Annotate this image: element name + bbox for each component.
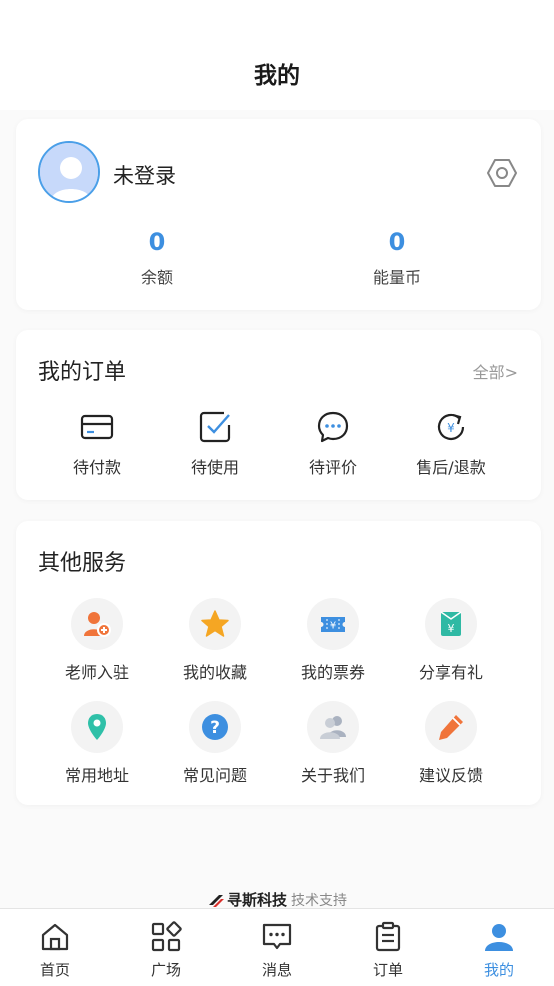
question-icon: ? [202, 714, 228, 740]
order-item-label: 售后/退款 [416, 458, 486, 477]
comment-icon [317, 411, 349, 443]
svg-text:¥: ¥ [447, 421, 455, 435]
brand-logo-icon [208, 895, 224, 907]
service-favorites[interactable]: 我的收藏 [156, 598, 274, 683]
gift-icon: ¥ [440, 611, 462, 636]
feedback-icon [439, 715, 463, 740]
credit-text: 技术支持 [291, 893, 347, 909]
user-icon [485, 924, 513, 951]
avatar[interactable] [38, 141, 100, 203]
service-label: 我的票券 [300, 663, 365, 682]
home-icon [41, 923, 69, 951]
balance-value: 0 [148, 228, 166, 256]
coins-stat[interactable]: 0 能量币 [337, 228, 457, 288]
order-item-label: 待评价 [308, 458, 357, 477]
about-icon [320, 716, 346, 739]
services-title: 其他服务 [38, 551, 127, 576]
location-icon [88, 714, 106, 740]
card-icon [80, 414, 114, 440]
balance-label: 余额 [140, 268, 173, 287]
coins-label: 能量币 [372, 268, 421, 287]
order-item-label: 待付款 [72, 458, 121, 477]
service-label: 分享有礼 [418, 663, 483, 682]
clipboard-icon [375, 921, 401, 952]
page-title: 我的 [254, 63, 300, 89]
tab-label: 广场 [150, 961, 181, 979]
svg-text:¥: ¥ [448, 622, 455, 635]
star-icon [201, 610, 229, 637]
order-item-label: 待使用 [190, 458, 239, 477]
service-label: 我的收藏 [182, 663, 247, 682]
service-feedback[interactable]: 建议反馈 [392, 701, 510, 786]
tab-plaza[interactable]: 广场 [131, 921, 201, 980]
svg-text:?: ? [210, 718, 220, 738]
orders-title: 我的订单 [38, 360, 127, 385]
tab-orders[interactable]: 订单 [353, 921, 423, 980]
balance-stat[interactable]: 0 余额 [97, 228, 217, 288]
tab-label: 我的 [483, 961, 514, 979]
coins-value: 0 [388, 228, 406, 256]
order-to-review[interactable]: 待评价 [274, 410, 392, 478]
checkbox-icon [199, 411, 231, 443]
tab-messages[interactable]: 消息 [242, 921, 312, 980]
credit-brand: 寻斯科技 [226, 891, 287, 909]
page-header: 我的 [0, 0, 554, 110]
profile-card: 未登录 0 余额 0 能量币 [16, 119, 541, 310]
settings-icon[interactable] [486, 157, 518, 189]
order-pending-payment[interactable]: 待付款 [38, 410, 156, 478]
service-faq[interactable]: ? 常见问题 [156, 701, 274, 786]
order-after-sale[interactable]: ¥ 售后/退款 [392, 410, 510, 478]
all-orders-link[interactable]: 全部> [473, 359, 518, 383]
login-status[interactable]: 未登录 [113, 160, 176, 190]
service-label: 建议反馈 [418, 766, 483, 785]
avatar-placeholder-icon [40, 143, 98, 201]
orders-card: 我的订单 全部> 待付款 待使用 待评价 ¥ 售后/退款 [16, 330, 541, 500]
grid-icon [151, 921, 182, 952]
tech-support-credit: 寻斯科技 技术支持 [0, 889, 554, 910]
tab-home[interactable]: 首页 [20, 921, 90, 980]
message-icon [262, 923, 292, 950]
service-label: 关于我们 [300, 766, 365, 785]
svg-text:¥: ¥ [330, 621, 336, 632]
order-to-use[interactable]: 待使用 [156, 410, 274, 478]
service-share-gift[interactable]: ¥ 分享有礼 [392, 598, 510, 683]
service-label: 常见问题 [182, 766, 247, 785]
ticket-icon: ¥ [321, 617, 345, 632]
teacher-join-icon [84, 612, 111, 637]
service-tickets[interactable]: ¥ 我的票券 [274, 598, 392, 683]
bottom-tab-bar: 首页 广场 消息 订单 我的 [0, 908, 554, 986]
service-address[interactable]: 常用地址 [38, 701, 156, 786]
service-label: 老师入驻 [64, 663, 129, 682]
services-card: 其他服务 老师入驻 我的收藏 ¥ 我的票券 ¥ 分享有礼 常用地址 ? 常见问题… [16, 521, 541, 805]
service-about[interactable]: 关于我们 [274, 701, 392, 786]
tab-mine[interactable]: 我的 [464, 921, 534, 980]
service-teacher-join[interactable]: 老师入驻 [38, 598, 156, 683]
refund-icon: ¥ [437, 413, 465, 440]
tab-label: 订单 [372, 961, 403, 979]
tab-label: 首页 [39, 961, 70, 979]
service-label: 常用地址 [64, 766, 129, 785]
tab-label: 消息 [261, 961, 292, 979]
